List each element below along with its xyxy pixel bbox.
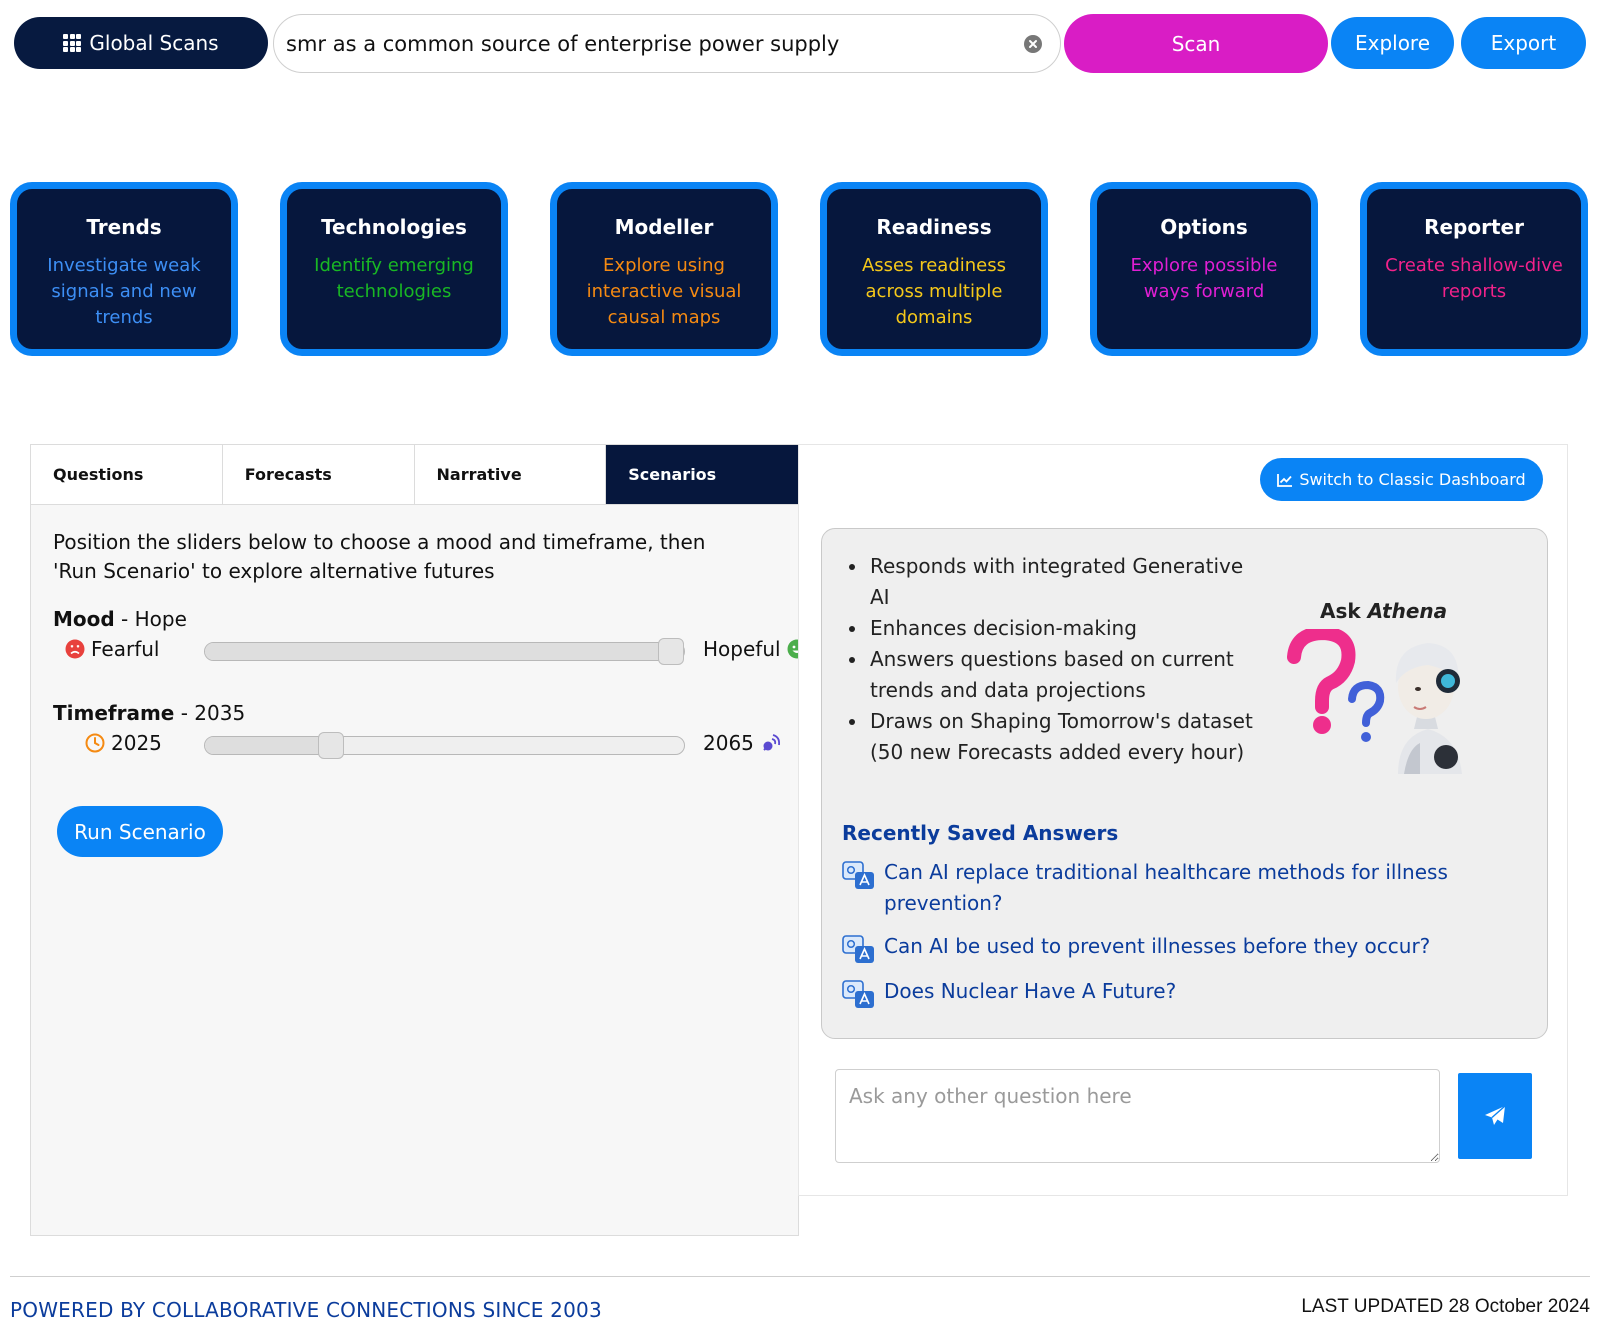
explore-button[interactable]: Explore bbox=[1331, 17, 1454, 69]
ask-athena-panel: Switch to Classic Dashboard Responds wit… bbox=[798, 444, 1568, 1196]
timeframe-slider-fill bbox=[205, 737, 331, 754]
scenarios-panel: Questions Forecasts Narrative Scenarios … bbox=[30, 444, 807, 1236]
mood-slider[interactable] bbox=[204, 638, 685, 665]
top-bar: Global Scans Scan Explore Export bbox=[0, 0, 1600, 90]
mood-max: Hopeful bbox=[703, 637, 807, 661]
mood-value: - Hope bbox=[114, 607, 187, 631]
search-input[interactable] bbox=[286, 27, 1006, 61]
feature-item: Responds with integrated Generative AI bbox=[849, 551, 1260, 613]
qa-chat-icon bbox=[842, 861, 874, 889]
module-description: Explore possible ways forward bbox=[1130, 255, 1278, 302]
ask-title-name: Athena bbox=[1367, 599, 1448, 623]
tab-narrative[interactable]: Narrative bbox=[414, 445, 607, 504]
module-card-options[interactable]: Options Explore possible ways forward bbox=[1090, 182, 1318, 356]
footer-powered-by[interactable]: POWERED BY COLLABORATIVE CONNECTIONS SIN… bbox=[10, 1298, 602, 1322]
module-title: Trends bbox=[86, 215, 162, 239]
search-box bbox=[273, 14, 1061, 73]
ask-question-input[interactable] bbox=[835, 1069, 1440, 1163]
grid-icon bbox=[63, 34, 82, 52]
module-title: Readiness bbox=[876, 215, 992, 239]
module-card-reporter[interactable]: Reporter Create shallow-dive reports bbox=[1360, 182, 1588, 356]
mood-min: Fearful bbox=[65, 637, 159, 661]
saved-answer-link[interactable]: Does Nuclear Have A Future? bbox=[884, 976, 1176, 1011]
module-description: Create shallow-dive reports bbox=[1385, 255, 1563, 302]
mood-slider-handle[interactable] bbox=[658, 638, 684, 665]
global-scans-button[interactable]: Global Scans bbox=[14, 17, 268, 69]
module-title: Reporter bbox=[1424, 215, 1524, 239]
satellite-icon bbox=[763, 734, 780, 751]
mood-label: Mood bbox=[53, 607, 115, 631]
feature-item: Draws on Shaping Tomorrow's dataset (50 … bbox=[849, 706, 1260, 768]
module-cards: Trends Investigate weak signals and new … bbox=[10, 182, 1590, 357]
module-card-modeller[interactable]: Modeller Explore using interactive visua… bbox=[550, 182, 778, 356]
feature-item: Enhances decision-making bbox=[849, 613, 1260, 644]
mood-heading: Mood - Hope bbox=[53, 607, 187, 631]
athena-info-card: Responds with integrated Generative AI E… bbox=[821, 528, 1548, 1039]
saved-answer-item[interactable]: Can AI be used to prevent illnesses befo… bbox=[842, 931, 1522, 966]
qa-chat-icon bbox=[842, 980, 874, 1008]
send-question-button[interactable] bbox=[1458, 1073, 1532, 1159]
module-description: Explore using interactive visual causal … bbox=[586, 255, 742, 328]
athena-features: Responds with integrated Generative AI E… bbox=[849, 551, 1260, 768]
saved-answer-item[interactable]: Does Nuclear Have A Future? bbox=[842, 976, 1522, 1011]
module-title: Technologies bbox=[321, 215, 467, 239]
ask-athena-title: Ask Athena bbox=[1320, 599, 1447, 623]
timeframe-label: Timeframe bbox=[53, 701, 175, 725]
frown-face-icon bbox=[65, 639, 85, 659]
tab-scenarios[interactable]: Scenarios bbox=[606, 445, 798, 504]
module-card-technologies[interactable]: Technologies Identify emerging technolog… bbox=[280, 182, 508, 356]
timeframe-min-label: 2025 bbox=[111, 731, 162, 755]
feature-item: Answers questions based on current trend… bbox=[849, 644, 1260, 706]
saved-answer-link[interactable]: Can AI replace traditional healthcare me… bbox=[884, 857, 1522, 919]
saved-answers-heading: Recently Saved Answers bbox=[842, 821, 1119, 845]
module-description: Asses readiness across multiple domains bbox=[861, 255, 1007, 328]
timeframe-max: 2065 bbox=[703, 731, 782, 755]
footer-divider bbox=[10, 1276, 1590, 1277]
switch-dashboard-label: Switch to Classic Dashboard bbox=[1299, 470, 1526, 489]
clock-icon bbox=[85, 733, 105, 753]
timeframe-max-label: 2065 bbox=[703, 731, 754, 755]
module-card-trends[interactable]: Trends Investigate weak signals and new … bbox=[10, 182, 238, 356]
module-description: Identify emerging technologies bbox=[314, 255, 474, 302]
scan-button[interactable]: Scan bbox=[1064, 14, 1328, 73]
switch-dashboard-button[interactable]: Switch to Classic Dashboard bbox=[1260, 458, 1543, 501]
module-title: Modeller bbox=[614, 215, 714, 239]
mood-slider-row: Fearful Hopeful bbox=[53, 635, 807, 665]
export-button[interactable]: Export bbox=[1461, 17, 1586, 69]
qa-chat-icon bbox=[842, 935, 874, 963]
timeframe-slider[interactable] bbox=[204, 732, 685, 759]
timeframe-slider-handle[interactable] bbox=[318, 732, 344, 759]
timeframe-heading: Timeframe - 2035 bbox=[53, 701, 245, 725]
timeframe-value: - 2035 bbox=[174, 701, 246, 725]
mood-slider-fill bbox=[205, 643, 671, 660]
timeframe-min: 2025 bbox=[85, 731, 162, 755]
mood-min-label: Fearful bbox=[91, 637, 160, 661]
close-circle-icon[interactable] bbox=[1024, 35, 1042, 53]
scenario-instructions: Position the sliders below to choose a m… bbox=[53, 530, 706, 583]
saved-answer-item[interactable]: Can AI replace traditional healthcare me… bbox=[842, 857, 1522, 919]
ask-question-area bbox=[821, 1047, 1548, 1185]
panel-tabs: Questions Forecasts Narrative Scenarios bbox=[31, 445, 798, 505]
run-scenario-button[interactable]: Run Scenario bbox=[57, 806, 223, 857]
tab-forecasts[interactable]: Forecasts bbox=[222, 445, 415, 504]
line-chart-icon bbox=[1277, 473, 1293, 487]
tab-questions[interactable]: Questions bbox=[31, 445, 223, 504]
module-title: Options bbox=[1160, 215, 1248, 239]
paper-plane-icon bbox=[1485, 1105, 1506, 1125]
global-scans-label: Global Scans bbox=[89, 31, 219, 55]
module-card-readiness[interactable]: Readiness Asses readiness across multipl… bbox=[820, 182, 1048, 356]
module-description: Investigate weak signals and new trends bbox=[47, 255, 201, 328]
ask-title-prefix: Ask bbox=[1320, 599, 1368, 623]
mood-max-label: Hopeful bbox=[703, 637, 781, 661]
saved-answer-link[interactable]: Can AI be used to prevent illnesses befo… bbox=[884, 931, 1430, 966]
athena-robot-illustration bbox=[1287, 629, 1462, 774]
timeframe-slider-row: 2025 2065 bbox=[53, 729, 783, 759]
footer-last-updated: LAST UPDATED 28 October 2024 bbox=[1301, 1296, 1590, 1317]
